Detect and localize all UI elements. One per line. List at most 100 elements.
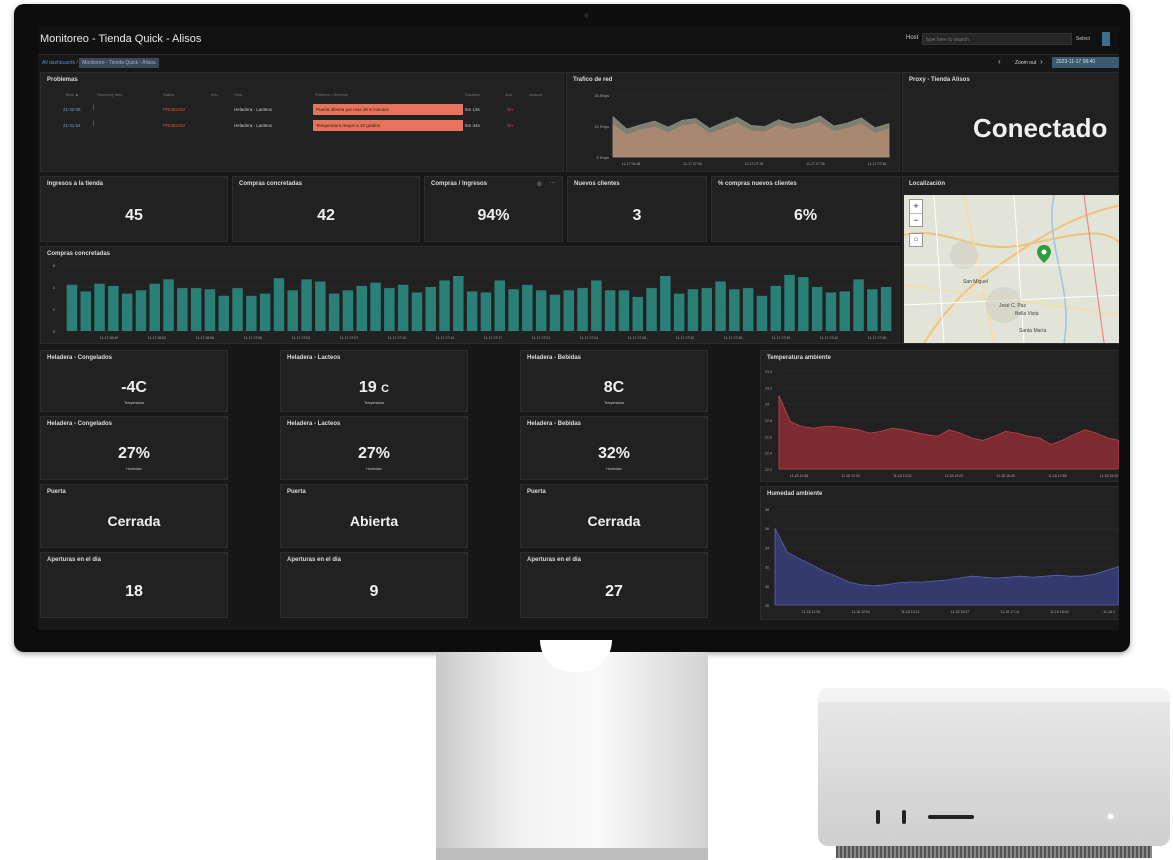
col-status[interactable]: Status bbox=[163, 92, 174, 97]
row-problem[interactable]: Temperatura mayor a 10 grados bbox=[313, 120, 463, 131]
map-marker-icon[interactable] bbox=[1037, 245, 1051, 263]
time-forward-icon[interactable]: › bbox=[1040, 57, 1043, 66]
compras-bar[interactable] bbox=[80, 291, 92, 331]
compras-bar[interactable] bbox=[66, 284, 78, 331]
compras-bar[interactable] bbox=[563, 290, 575, 331]
compras-bar[interactable] bbox=[439, 280, 450, 331]
compras-bar[interactable] bbox=[825, 292, 837, 332]
breadcrumb-home[interactable]: All dashboards bbox=[42, 58, 75, 68]
col-time[interactable]: Time ▲ bbox=[65, 92, 79, 97]
compras-bar[interactable] bbox=[604, 290, 616, 331]
compras-bar[interactable] bbox=[273, 278, 285, 331]
breadcrumb-current[interactable]: Monitoreo - Tienda Quick - Alisos bbox=[79, 58, 159, 68]
map-view[interactable] bbox=[904, 195, 1119, 343]
row-host[interactable]: Heladera - Lacteos bbox=[234, 107, 272, 112]
compras-bar[interactable] bbox=[135, 290, 147, 331]
compras-bar[interactable] bbox=[798, 277, 809, 331]
compras-bar[interactable] bbox=[108, 285, 119, 331]
row-ack[interactable]: No bbox=[507, 107, 513, 112]
compras-bar[interactable] bbox=[94, 283, 105, 331]
compras-bar[interactable] bbox=[177, 288, 188, 331]
compras-bar[interactable] bbox=[715, 281, 726, 332]
compras-bar[interactable] bbox=[246, 295, 257, 331]
compras-bar[interactable] bbox=[328, 293, 340, 331]
compras-bar[interactable] bbox=[522, 284, 533, 331]
compras-bar[interactable] bbox=[384, 288, 395, 331]
row-host[interactable]: Heladera - Lacteos bbox=[234, 123, 272, 128]
compras-bar[interactable] bbox=[770, 285, 782, 331]
col-info[interactable]: Info bbox=[211, 92, 218, 97]
compras-bar[interactable] bbox=[287, 290, 299, 331]
row-problem[interactable]: Puerta abierta por mas de 5 minutos bbox=[313, 104, 463, 115]
compras-bar[interactable] bbox=[480, 292, 492, 332]
compras-bar[interactable] bbox=[121, 293, 133, 331]
compras-bar[interactable] bbox=[784, 274, 795, 331]
compras-bar[interactable] bbox=[411, 292, 423, 332]
traffic-chart[interactable]: 15 Kbps 10 Kbps 5 Kbps 11-17 06:48 11-17 07:… bbox=[567, 73, 901, 173]
compras-bar[interactable] bbox=[232, 288, 243, 331]
compras-bar[interactable] bbox=[742, 288, 754, 331]
compras-bar[interactable] bbox=[190, 288, 202, 331]
col-actions[interactable]: Actions bbox=[529, 92, 542, 97]
y-tick-label: 23 bbox=[765, 403, 769, 407]
compras-bar[interactable] bbox=[660, 276, 671, 331]
compras-bar[interactable] bbox=[535, 290, 547, 331]
col-recovery[interactable]: Recovery time bbox=[97, 92, 123, 97]
compras-bar[interactable] bbox=[811, 287, 823, 331]
compras-bar[interactable] bbox=[618, 290, 630, 331]
panel-menu-icon[interactable]: ⋯ bbox=[549, 179, 556, 187]
col-duration[interactable]: Duration bbox=[465, 92, 480, 97]
compras-bar[interactable] bbox=[756, 295, 768, 331]
compras-bar[interactable] bbox=[397, 284, 409, 331]
host-search-input[interactable]: type here to search bbox=[922, 33, 1072, 45]
compras-bar[interactable] bbox=[853, 279, 864, 331]
time-back-icon[interactable]: ‹ bbox=[998, 57, 1001, 66]
compras-bar[interactable] bbox=[218, 295, 230, 331]
panel-settings-icon[interactable]: ⚙ bbox=[537, 181, 542, 188]
compras-bar[interactable] bbox=[149, 283, 161, 331]
compras-bar[interactable] bbox=[549, 294, 561, 331]
compras-bar[interactable] bbox=[163, 279, 174, 331]
compras-bar[interactable] bbox=[508, 289, 519, 331]
compras-bar[interactable] bbox=[701, 288, 713, 331]
compras-bar[interactable] bbox=[729, 289, 740, 331]
compras-bar[interactable] bbox=[204, 289, 216, 331]
compras-bar[interactable] bbox=[632, 296, 644, 331]
compras-bar[interactable] bbox=[301, 279, 312, 331]
apply-button[interactable] bbox=[1102, 32, 1110, 46]
compras-bar[interactable] bbox=[370, 282, 381, 331]
compras-bar[interactable] bbox=[839, 291, 851, 331]
col-host[interactable]: Host bbox=[234, 92, 242, 97]
zoom-out-button[interactable]: Zoom out bbox=[1015, 58, 1036, 68]
dashboard-title[interactable]: Monitoreo - Tienda Quick - Alisos bbox=[40, 33, 201, 45]
breadcrumb-separator: / bbox=[76, 60, 78, 66]
compras-bar[interactable] bbox=[646, 288, 657, 331]
row-ack[interactable]: No bbox=[507, 123, 513, 128]
map-home-icon[interactable]: ⌂ bbox=[909, 233, 923, 247]
select-button[interactable]: Select bbox=[1076, 33, 1100, 45]
compras-bar[interactable] bbox=[880, 287, 892, 331]
compras-bar[interactable] bbox=[494, 280, 506, 331]
zoom-out-map-button[interactable]: − bbox=[910, 214, 922, 227]
temperature-area[interactable] bbox=[778, 395, 1119, 470]
humidity-chart[interactable]: 38 36 34 32 30 28 11-18 11:36 11-18 12:54 11-18 … bbox=[761, 487, 1119, 621]
zoom-in-button[interactable]: + bbox=[910, 200, 922, 214]
temperature-chart[interactable]: 23.4 23.2 23 22.8 22.6 22.4 22.2 11-18 10:38 11-… bbox=[761, 351, 1119, 483]
time-range-picker[interactable]: 2023-11-17 08:40 bbox=[1052, 57, 1119, 68]
compras-bar[interactable] bbox=[577, 288, 588, 331]
compras-bar[interactable] bbox=[867, 289, 878, 331]
compras-bar[interactable] bbox=[453, 276, 464, 331]
temperature-number: -4C bbox=[121, 379, 147, 396]
compras-bar[interactable] bbox=[466, 291, 478, 331]
compras-bar[interactable] bbox=[687, 289, 699, 331]
col-problem[interactable]: Problem • Severity bbox=[315, 92, 348, 97]
compras-bar[interactable] bbox=[259, 293, 271, 331]
compras-bar-chart[interactable]: 6 4 2 0 11-17 06:49 11-17 06:52 11-17 06:56 11-… bbox=[41, 247, 901, 345]
compras-bar[interactable] bbox=[591, 280, 602, 331]
compras-bar[interactable] bbox=[425, 287, 437, 331]
compras-bar[interactable] bbox=[342, 290, 354, 331]
compras-bar[interactable] bbox=[356, 285, 368, 331]
compras-bar[interactable] bbox=[315, 281, 326, 332]
col-ack[interactable]: Ack bbox=[505, 92, 512, 97]
compras-bar[interactable] bbox=[673, 293, 685, 331]
